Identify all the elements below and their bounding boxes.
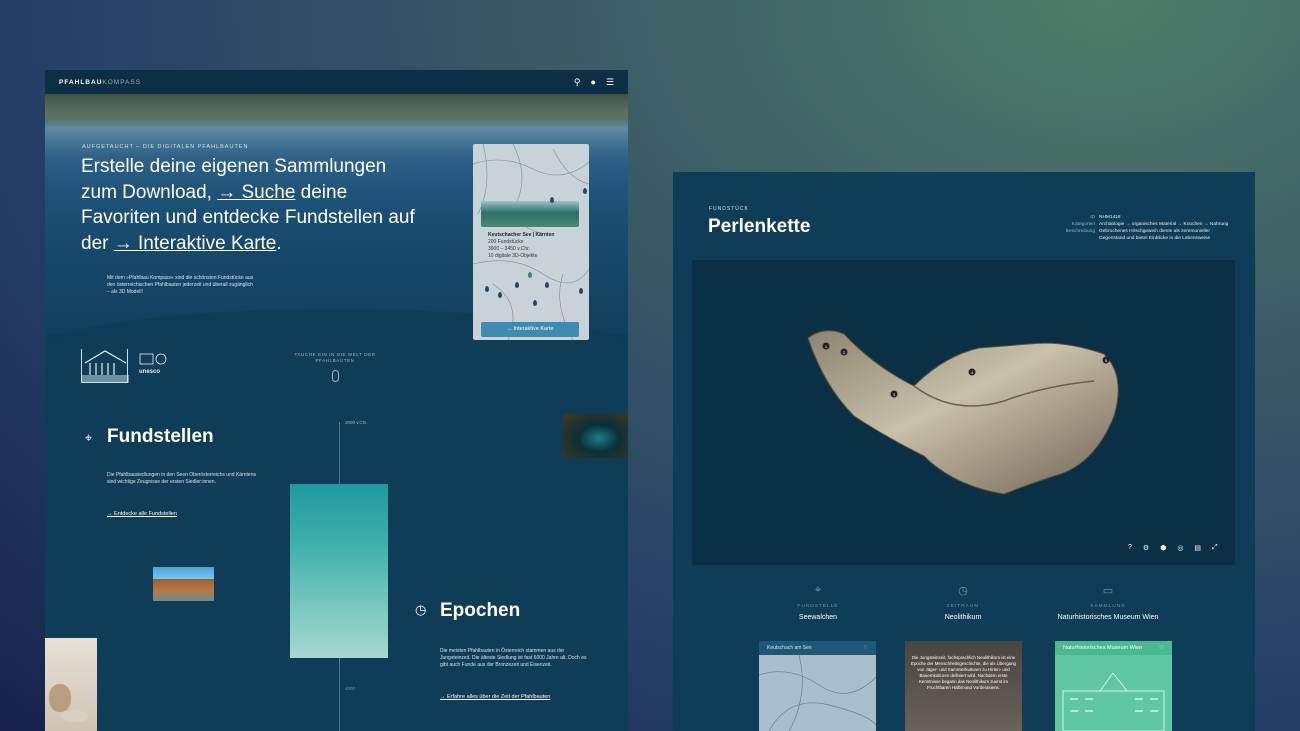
heart-icon[interactable]: ♡ [1159,645,1164,651]
map-pin-icon[interactable] [579,288,583,294]
location-pin-icon: ⌖ [85,430,93,445]
search-link[interactable]: → Suche [217,182,295,203]
museum-building [1062,672,1165,731]
menu-icon[interactable]: ☰ [606,77,614,87]
epochen-link[interactable]: → Erfahre alles über die Zeit der Pfahlb… [440,694,550,700]
settings-icon[interactable]: ⚙ [1143,544,1149,552]
underwater-cave-image [563,414,628,458]
stone-artifact-image [45,638,97,731]
interactive-map-link[interactable]: → Interaktive Karte [114,233,277,254]
sammlung-column: ▭ SAMMLUNG Naturhistorisches Museum Wien [1033,584,1183,621]
timeline-label: 2000 v.Chr. [345,420,368,425]
object-detail-panel: FUNDSTÜCK Perlenkette ID NHM1418 Kategori… [673,172,1255,731]
meta-description: Beschreibung Gebrochenes Hirschgeweih die… [1065,229,1211,241]
site-map-card[interactable]: Keutschach am See ♡ [759,641,876,731]
fundstelle-column: ⌖ FUNDSTELLE Seewalchen [743,584,893,621]
object-eyebrow: FUNDSTÜCK [709,206,749,212]
epochen-text: Die meisten Pfahlbauten in Österreich st… [440,648,587,669]
unesco-logo: unesco [139,353,169,379]
pile-dwelling-image [153,567,214,601]
timeline-label: 4000 [345,686,356,691]
pfahlbau-logo [81,349,129,383]
user-icon[interactable]: ● [590,77,595,87]
clock-icon: ◷ [415,602,427,617]
map-pin-icon[interactable] [485,286,489,292]
zeitraum-column: ◷ ZEITRAUM Neolithikum [888,584,1038,621]
top-navigation: PFAHLBAUKOMPASS ⚲ ● ☰ [45,70,628,94]
heart-icon[interactable]: ♡ [864,645,868,651]
hero-intro: Mit dem »Pfahlbau Kompass« sind die schö… [107,275,254,296]
scroll-hint: TAUCHE EIN IN DIE WELT DER PFAHLBAUTEN [294,352,376,363]
object-metadata: ID NHM1418 Kategorien Archäologie → organi… [1033,215,1233,243]
clock-icon: ◷ [958,585,968,597]
card-header: Keutschach am See ♡ [759,641,876,655]
scroll-mouse-icon [332,370,339,382]
vr-icon[interactable]: ◎ [1177,544,1183,552]
site-thumbnail [481,201,579,227]
epoch-card[interactable]: Die Jungsteinzeit, fachsprachlich Neolit… [905,641,1022,731]
map-pin-icon[interactable] [498,292,502,298]
hero-eyebrow: AUFGETAUCHT – DIE DIGITALEN PFAHLBAUTEN [82,144,249,150]
forest-shore [45,94,628,128]
viewer-toolbar: ? ⚙ ⬢ ◎ ▤ ⤢ [1128,544,1218,552]
site-info: Keutschacher See | Kärnten 200 Fundstück… [488,232,555,259]
folder-icon: ▭ [1102,585,1114,597]
hero-headline: Erstelle deine eigenen Sammlungen zum Do… [81,156,415,254]
help-icon[interactable]: ? [1128,544,1132,552]
3d-viewer[interactable]: 1 2 3 4 5 ? ⚙ ⬢ ◎ ▤ ⤢ [692,260,1235,565]
homepage-panel: PFAHLBAUKOMPASS ⚲ ● ☰ AUFGETAUCHT – DIE … [45,70,628,731]
fundstellen-title: Fundstellen [107,426,214,447]
map-pin-icon[interactable] [545,282,549,288]
map-pin-icon[interactable] [528,272,532,278]
meta-categories: Kategorien Archäologie → organisches Mate… [1071,222,1229,228]
card-header: Naturhistorisches Museum Wien ♡ [1055,641,1172,655]
interactive-map-button[interactable]: → Interaktive Karte [481,322,579,337]
map-preview-card[interactable]: Keutschacher See | Kärnten 200 Fundstück… [473,144,589,340]
brand-logo[interactable]: PFAHLBAUKOMPASS [59,79,141,86]
map-pin-icon[interactable] [515,282,519,288]
ar-icon[interactable]: ▤ [1194,544,1201,552]
map-pin-icon[interactable] [583,188,587,194]
object-title: Perlenkette [708,216,811,237]
location-pin-icon: ⌖ [814,584,822,596]
fundstellen-text: Die Pfahlbausiedlungen in den Seen Oberö… [107,472,256,486]
map-pin-icon[interactable] [533,300,537,306]
map-pin-icon[interactable] [550,197,554,203]
epoch-card-text: Die Jungsteinzeit, fachsprachlich Neolit… [911,655,1016,690]
epochen-title: Epochen [440,600,521,621]
meta-id: ID NHM1418 [1090,215,1121,220]
site-map [759,655,876,731]
fullscreen-icon[interactable]: ⤢ [1212,544,1218,552]
search-icon[interactable]: ⚲ [574,77,581,87]
model-icon[interactable]: ⬢ [1160,544,1166,552]
3d-model[interactable]: 1 2 3 4 5 [804,326,1126,498]
museum-card[interactable]: Naturhistorisches Museum Wien ♡ [1055,641,1172,731]
lake-floor-image [290,484,388,658]
fundstellen-link[interactable]: → Entdecke alle Fundstellen [107,511,177,517]
